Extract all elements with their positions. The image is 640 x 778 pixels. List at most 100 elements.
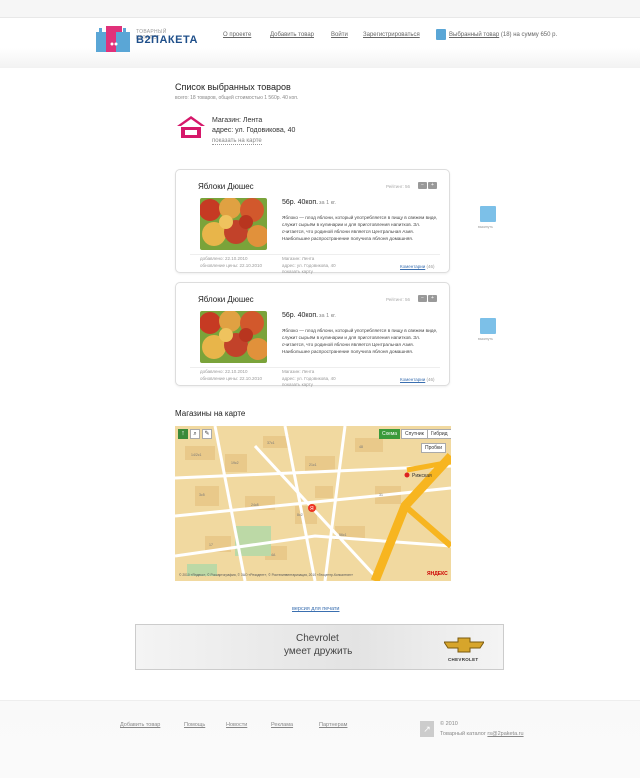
- product-dates: добавлено: 22.10.2010 обновление цены: 2…: [200, 256, 262, 269]
- product-price: 56р. 40коп.: [282, 199, 319, 206]
- banner-line1: Chevrolet: [296, 633, 339, 644]
- map[interactable]: Я Рижская 14/2с1 19с2 37с1 21с1 48 3с5 24с8 8…: [175, 426, 451, 581]
- footer-ads-link[interactable]: Реклама: [271, 722, 293, 728]
- product-photo[interactable]: [200, 311, 267, 363]
- map-type-scheme-button[interactable]: Схема: [379, 429, 401, 439]
- nav-login[interactable]: Войти: [331, 32, 348, 38]
- footer-news-link[interactable]: Новости: [226, 722, 247, 728]
- comments-link[interactable]: Коментарии: [400, 264, 425, 269]
- shop-map-link[interactable]: показать карту: [282, 382, 336, 389]
- vote-up-button[interactable]: +: [428, 295, 437, 302]
- product-card: Яблоки Дюшес Рейтинг: 56 − + 56р. 40коп.…: [175, 282, 450, 389]
- product-rating: Рейтинг: 56: [386, 184, 411, 189]
- nav-about[interactable]: О проекте: [223, 32, 251, 38]
- basket-total: (18) на сумму 650 р.: [500, 32, 558, 39]
- map-type-hybrid-button[interactable]: Гибрид: [427, 429, 451, 439]
- ad-banner[interactable]: Chevrolet умеет дружить CHEVROLET: [135, 624, 504, 670]
- map-traffic-button[interactable]: Пробки: [421, 443, 446, 453]
- divider: [190, 367, 440, 368]
- svg-text:31: 31: [379, 493, 383, 497]
- svg-text:8с2: 8с2: [297, 513, 303, 517]
- svg-text:56с1: 56с1: [339, 533, 347, 537]
- remove-from-basket-button[interactable]: выкинуть: [478, 318, 500, 346]
- nav-add-product[interactable]: Добавить товар: [270, 32, 314, 38]
- comments-count: (46): [426, 377, 435, 382]
- banner-line2: умеет дружить: [284, 646, 353, 657]
- remove-label: выкинуть: [478, 337, 493, 341]
- comments-link[interactable]: Коментарии: [400, 377, 425, 382]
- footer-arrow-icon: ↗: [420, 721, 434, 737]
- footer-catalog-label: Товарный каталог: [440, 731, 486, 737]
- svg-text:14/2с1: 14/2с1: [191, 453, 202, 457]
- vote-down-button[interactable]: −: [418, 295, 427, 302]
- product-card: Яблоки Дюшес Рейтинг: 56 − + 56р. 40коп.…: [175, 169, 450, 276]
- chevrolet-bowtie-icon: [444, 637, 484, 653]
- svg-text:21с1: 21с1: [309, 463, 317, 467]
- comments: Коментарии (46): [400, 377, 435, 382]
- product-title[interactable]: Яблоки Дюшес: [198, 182, 254, 191]
- map-tiles: Я Рижская 14/2с1 19с2 37с1 21с1 48 3с5 24с8 8…: [175, 426, 451, 581]
- product-title[interactable]: Яблоки Дюшес: [198, 295, 254, 304]
- map-section-title: Магазины на карте: [175, 409, 246, 418]
- footer-email-link[interactable]: rs@2paketa.ru: [487, 731, 523, 737]
- svg-text:3с5: 3с5: [199, 493, 205, 497]
- map-brand: ЯНДЕКС: [427, 571, 448, 577]
- product-dates: добавлено: 22.10.2010 обновление цены: 2…: [200, 369, 262, 382]
- map-magnifier-icon[interactable]: ⌕: [190, 429, 200, 439]
- store-icon: [177, 116, 205, 138]
- store-name: Магазин: Лента: [212, 117, 263, 124]
- map-copyright: © 2010 «Яндекс», © Роскартография, © ЗАО…: [179, 573, 354, 577]
- product-photo[interactable]: [200, 198, 267, 250]
- product-shop: Магазин: Лента адрес: ул. Годовикова, 40…: [282, 256, 336, 276]
- footer-catalog: Товарный каталог rs@2paketa.ru: [440, 731, 524, 737]
- shop-map-link[interactable]: показать карту: [282, 269, 336, 276]
- footer-partners-link[interactable]: Партнерам: [319, 722, 347, 728]
- page-title: Список выбранных товаров: [175, 82, 291, 92]
- logo[interactable]: ТОВАРНЫЙ КАТАЛОГ В2ПАКЕТА: [96, 22, 197, 56]
- remove-label: выкинуть: [478, 225, 493, 229]
- svg-text:37с1: 37с1: [267, 441, 275, 445]
- footer-help-link[interactable]: Помощь: [184, 722, 205, 728]
- logo-title: В2ПАКЕТА: [136, 34, 198, 46]
- product-description: Яблоко — плод яблони, который употребляе…: [282, 328, 438, 354]
- product-unit: за 1 кг.: [319, 200, 336, 206]
- footer-add-product-link[interactable]: Добавить товар: [120, 722, 160, 728]
- vote-down-button[interactable]: −: [418, 182, 427, 189]
- map-pan-icon[interactable]: ↑: [178, 429, 188, 439]
- svg-text:48: 48: [359, 445, 363, 449]
- svg-text:Рижская: Рижская: [412, 473, 432, 479]
- svg-text:Я: Я: [310, 506, 314, 512]
- store-address: адрес: ул. Годовикова, 40: [212, 127, 296, 134]
- basket-summary: Выбранный товар (18) на сумму 650 р.: [436, 29, 557, 40]
- remove-from-basket-button[interactable]: выкинуть: [478, 206, 500, 234]
- map-ruler-icon[interactable]: ✎: [202, 429, 212, 439]
- date-updated: обновление цены: 22.10.2010: [200, 262, 263, 268]
- footer: [0, 700, 640, 778]
- comments-count: (46): [426, 264, 435, 269]
- svg-text:24с8: 24с8: [251, 503, 259, 507]
- product-price: 56р. 40коп.: [282, 312, 319, 319]
- product-description: Яблоко — плод яблони, который употребляе…: [282, 215, 438, 241]
- basket-icon: [480, 206, 496, 222]
- store-map-link[interactable]: показать на карте: [212, 138, 262, 145]
- basket-icon: [436, 29, 446, 40]
- svg-text:17: 17: [209, 543, 213, 547]
- banner-brand: CHEVROLET: [448, 657, 479, 662]
- date-updated: обновление цены: 22.10.2010: [200, 375, 263, 381]
- basket-link[interactable]: Выбранный товар: [449, 32, 499, 38]
- map-type-satellite-button[interactable]: Спутник: [401, 429, 428, 439]
- logo-bags-icon: [96, 26, 130, 52]
- page-subtitle: всего: 18 товаров, общей стоимостью 1 56…: [175, 95, 299, 101]
- vote-up-button[interactable]: +: [428, 182, 437, 189]
- svg-text:19с2: 19с2: [231, 461, 239, 465]
- comments: Коментарии (46): [400, 264, 435, 269]
- product-unit: за 1 кг.: [319, 313, 336, 319]
- nav-register[interactable]: Зарегистрироваться: [363, 32, 420, 38]
- print-version-link[interactable]: версия для печати: [292, 606, 339, 612]
- top-strip: [0, 0, 640, 18]
- product-rating: Рейтинг: 56: [386, 297, 411, 302]
- svg-text:4А: 4А: [271, 553, 276, 557]
- basket-icon: [480, 318, 496, 334]
- divider: [190, 254, 440, 255]
- footer-copyright: © 2010: [440, 721, 458, 727]
